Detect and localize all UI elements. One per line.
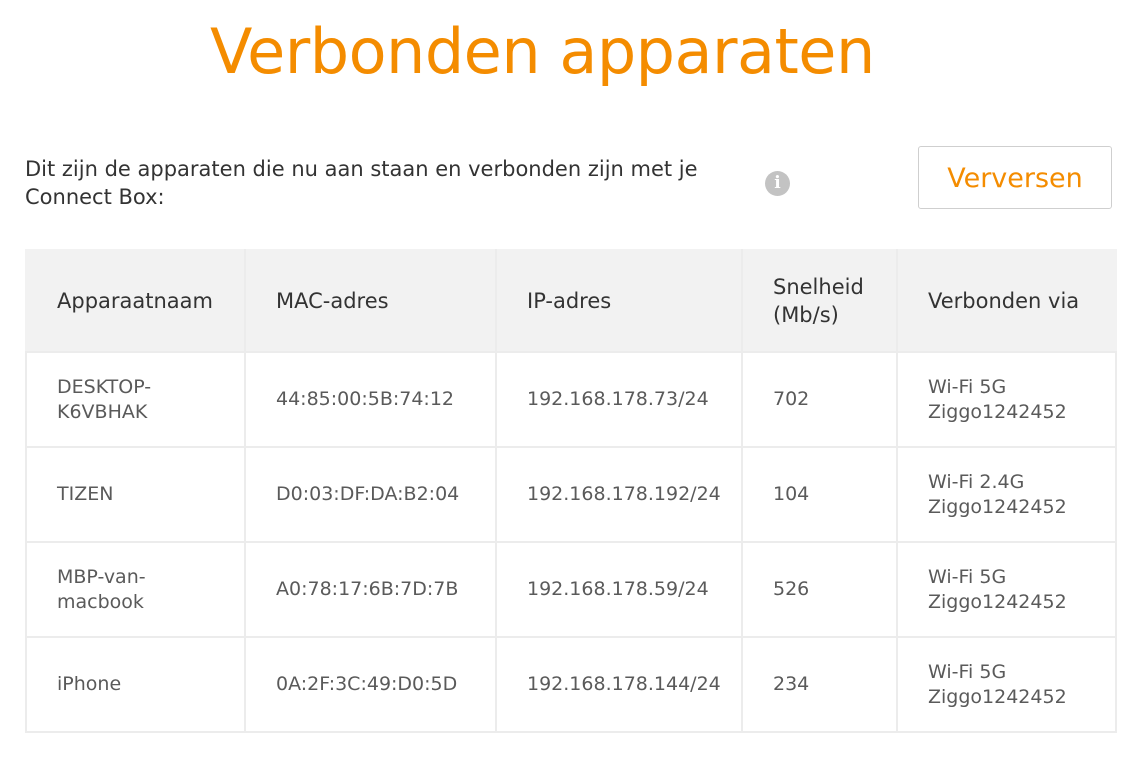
via-band: Wi-Fi 5G [928,565,1007,588]
header-device-name: Apparaatnaam [25,249,246,353]
header-mac-address: MAC-adres [244,249,497,353]
devices-table: Apparaatnaam MAC-adres IP-adres Snelheid… [25,249,1117,733]
via-network: Ziggo1242452 [928,685,1067,708]
header-speed: Snelheid (Mb/s) [741,249,898,353]
table-row: TIZEN D0:03:DF:DA:B2:04 192.168.178.192/… [25,446,1117,543]
cell-device-name: iPhone [25,636,246,733]
cell-mac-address: A0:78:17:6B:7D:7B [244,541,497,638]
header-ip-address: IP-adres [495,249,743,353]
cell-speed: 234 [741,636,898,733]
cell-device-name: TIZEN [25,446,246,543]
cell-ip-address: 192.168.178.59/24 [495,541,743,638]
intro-text: Dit zijn de apparaten die nu aan staan e… [25,157,698,209]
via-network: Ziggo1242452 [928,400,1067,423]
cell-speed: 104 [741,446,898,543]
info-icon[interactable]: i [765,171,790,196]
cell-connected-via: Wi-Fi 5G Ziggo1242452 [896,351,1117,448]
refresh-button[interactable]: Verversen [918,146,1112,209]
cell-mac-address: 44:85:00:5B:74:12 [244,351,497,448]
table-row: iPhone 0A:2F:3C:49:D0:5D 192.168.178.144… [25,636,1117,733]
cell-connected-via: Wi-Fi 5G Ziggo1242452 [896,541,1117,638]
cell-ip-address: 192.168.178.73/24 [495,351,743,448]
page-title: Verbonden apparaten [210,15,875,88]
cell-mac-address: 0A:2F:3C:49:D0:5D [244,636,497,733]
header-connected-via: Verbonden via [896,249,1117,353]
via-network: Ziggo1242452 [928,590,1067,613]
cell-speed: 526 [741,541,898,638]
table-header-row: Apparaatnaam MAC-adres IP-adres Snelheid… [25,249,1117,353]
cell-connected-via: Wi-Fi 5G Ziggo1242452 [896,636,1117,733]
via-band: Wi-Fi 5G [928,375,1007,398]
via-band: Wi-Fi 5G [928,660,1007,683]
via-network: Ziggo1242452 [928,495,1067,518]
cell-connected-via: Wi-Fi 2.4G Ziggo1242452 [896,446,1117,543]
via-band: Wi-Fi 2.4G [928,470,1025,493]
cell-device-name: DESKTOP-K6VBHAK [25,351,246,448]
cell-speed: 702 [741,351,898,448]
cell-ip-address: 192.168.178.144/24 [495,636,743,733]
table-row: DESKTOP-K6VBHAK 44:85:00:5B:74:12 192.16… [25,351,1117,448]
cell-mac-address: D0:03:DF:DA:B2:04 [244,446,497,543]
table-row: MBP-van-macbook A0:78:17:6B:7D:7B 192.16… [25,541,1117,638]
cell-device-name: MBP-van-macbook [25,541,246,638]
cell-ip-address: 192.168.178.192/24 [495,446,743,543]
